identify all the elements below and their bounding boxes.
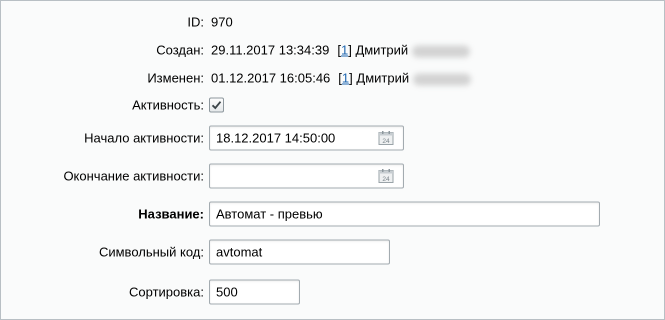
- row-active: Активность:: [1, 93, 665, 117]
- calendar-icon[interactable]: 24: [378, 169, 394, 184]
- sort-input[interactable]: 500: [209, 279, 300, 305]
- modified-value: 01.12.2017 16:05:46 [1] Дмитрий: [211, 70, 472, 86]
- element-edit-form: ID: 970 Создан: 29.11.2017 13:34:39 [1] Д…: [0, 0, 665, 320]
- created-date: 29.11.2017 13:34:39: [211, 42, 330, 58]
- row-modified: Изменен: 01.12.2017 16:05:46 [1] Дмитрий: [1, 66, 665, 90]
- row-active-to: Окончание активности: 24: [1, 163, 665, 189]
- calendar-icon[interactable]: 24: [378, 131, 394, 146]
- name-input[interactable]: Автомат - превью: [209, 201, 600, 227]
- created-label: Создан:: [156, 42, 204, 58]
- active-to-label: Окончание активности:: [63, 168, 204, 184]
- name-value: Автомат - превью: [216, 206, 323, 222]
- created-value: 29.11.2017 13:34:39 [1] Дмитрий: [211, 42, 471, 58]
- row-id: ID: 970: [1, 10, 665, 34]
- created-user-name: Дмитрий: [355, 42, 409, 58]
- active-from-input[interactable]: 18.12.2017 14:50:00 24: [209, 125, 404, 151]
- active-checkbox[interactable]: [209, 97, 224, 113]
- id-value: 970: [211, 14, 233, 30]
- sort-value: 500: [216, 284, 238, 300]
- code-input[interactable]: avtomat: [209, 239, 390, 265]
- sort-label: Сортировка:: [129, 284, 204, 300]
- active-label: Активность:: [132, 97, 204, 113]
- active-from-value: 18.12.2017 14:50:00: [216, 130, 336, 146]
- modified-label: Изменен:: [147, 70, 204, 86]
- id-label: ID:: [187, 14, 204, 30]
- row-created: Создан: 29.11.2017 13:34:39 [1] Дмитрий: [1, 38, 665, 62]
- active-from-label: Начало активности:: [84, 130, 204, 146]
- row-code: Символьный код: avtomat: [1, 239, 665, 265]
- modified-date: 01.12.2017 16:05:46: [211, 70, 331, 86]
- svg-text:24: 24: [382, 176, 390, 183]
- redacted-surname: [412, 45, 471, 58]
- code-value: avtomat: [216, 244, 263, 260]
- redacted-surname: [413, 73, 472, 86]
- name-label: Название:: [138, 206, 204, 222]
- modified-user-name: Дмитрий: [356, 70, 410, 86]
- code-label: Символьный код:: [98, 244, 204, 260]
- check-icon: [211, 101, 222, 110]
- active-to-input[interactable]: 24: [209, 163, 404, 189]
- row-sort: Сортировка: 500: [1, 279, 665, 305]
- row-name: Название: Автомат - превью: [1, 201, 665, 227]
- row-active-from: Начало активности: 18.12.2017 14:50:00 2…: [1, 125, 665, 151]
- svg-text:24: 24: [382, 138, 390, 145]
